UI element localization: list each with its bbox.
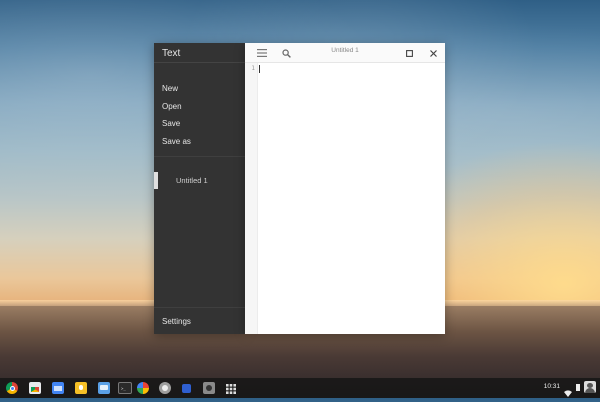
photos-icon[interactable] <box>137 382 149 394</box>
text-editor-area[interactable] <box>258 63 445 334</box>
close-icon[interactable] <box>427 47 439 59</box>
maximize-icon[interactable] <box>403 47 415 59</box>
chrome-icon[interactable] <box>6 382 18 394</box>
file-menu: New Open Save Save as <box>162 80 191 150</box>
web-store-icon[interactable] <box>29 382 41 394</box>
menu-save[interactable]: Save <box>162 115 191 133</box>
window-title: Untitled 1 <box>331 47 359 54</box>
camera-app-icon[interactable] <box>159 382 171 394</box>
menu-open[interactable]: Open <box>162 98 191 116</box>
terminal-icon[interactable]: >_ <box>118 382 132 394</box>
menu-save-as[interactable]: Save as <box>162 133 191 151</box>
line-number: 1 <box>251 65 255 72</box>
header-divider <box>154 62 245 63</box>
open-file-label: Untitled 1 <box>176 176 208 185</box>
app-launcher-icon[interactable] <box>225 382 237 394</box>
files-icon[interactable] <box>52 382 64 394</box>
menu-new[interactable]: New <box>162 80 191 98</box>
line-number-gutter <box>245 63 258 334</box>
square-app-icon[interactable] <box>182 384 191 393</box>
menu-divider <box>154 156 245 157</box>
keep-icon[interactable] <box>75 382 87 394</box>
wifi-icon <box>564 384 572 402</box>
avatar <box>584 381 596 393</box>
text-caret <box>259 65 260 73</box>
settings-divider <box>154 307 245 308</box>
shelf: >_ 10:31 <box>0 378 600 398</box>
editor-toolbar: Untitled 1 <box>245 43 445 63</box>
text-app-sidebar: Text New Open Save Save as Untitled 1 Se… <box>154 43 245 334</box>
clock: 10:31 <box>543 383 560 390</box>
editor-window: Untitled 1 1 <box>245 43 445 334</box>
messages-icon[interactable] <box>98 382 110 394</box>
open-file-item[interactable]: Untitled 1 <box>154 172 245 189</box>
battery-icon <box>576 384 580 391</box>
status-area[interactable]: 10:31 <box>536 378 600 398</box>
app-title: Text <box>162 48 181 59</box>
camera-icon[interactable] <box>203 382 215 394</box>
settings-button[interactable]: Settings <box>162 317 191 326</box>
active-file-indicator <box>154 172 158 189</box>
